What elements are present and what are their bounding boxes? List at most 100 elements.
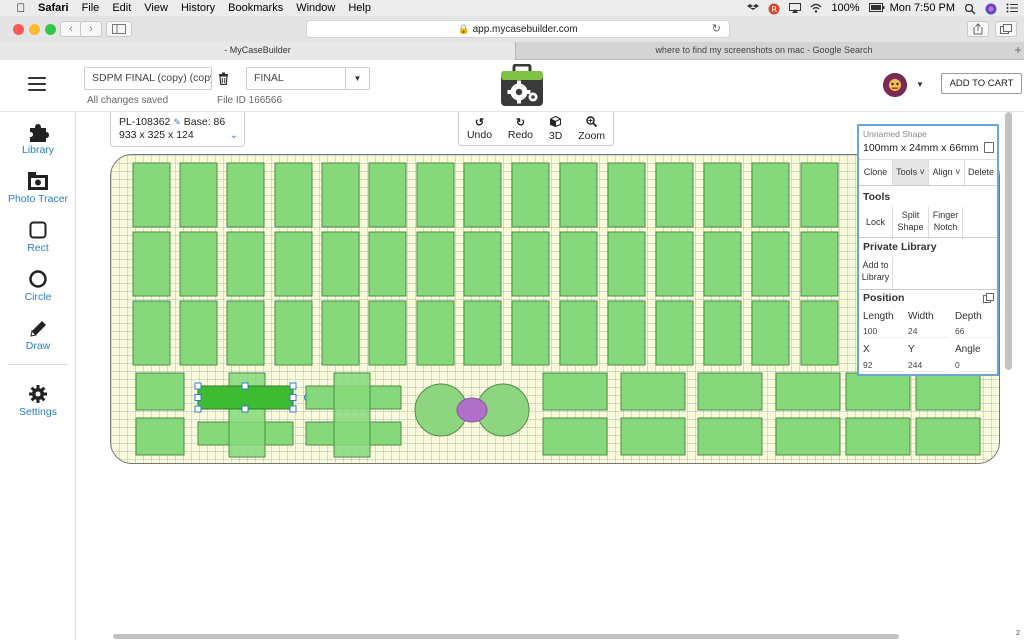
angle-input[interactable]: 0 xyxy=(955,360,995,372)
width-input[interactable]: 24 xyxy=(908,326,950,338)
menu-app-name[interactable]: Safari xyxy=(38,2,69,14)
slot-rect[interactable] xyxy=(368,300,407,366)
app-status-icon[interactable]: R xyxy=(768,3,780,15)
slot-rect[interactable] xyxy=(607,231,646,297)
new-tab-button[interactable]: + xyxy=(1012,42,1024,60)
depth-input[interactable]: 66 xyxy=(955,326,995,338)
copy-position-icon[interactable] xyxy=(983,293,994,307)
x-input[interactable]: 92 xyxy=(863,360,905,372)
slot-rect[interactable] xyxy=(321,300,360,366)
sidebar-toggle-button[interactable] xyxy=(106,21,132,37)
slot-rect[interactable] xyxy=(845,417,911,456)
avatar[interactable] xyxy=(883,73,907,97)
sidebar-item-settings[interactable]: Settings xyxy=(0,384,76,418)
slot-rect[interactable] xyxy=(703,231,742,297)
spotlight-icon[interactable] xyxy=(964,3,976,15)
slot-rect[interactable] xyxy=(511,162,550,228)
slot-rect[interactable] xyxy=(321,231,360,297)
slot-rect[interactable] xyxy=(559,231,598,297)
slot-rect[interactable] xyxy=(559,162,598,228)
slot-rect[interactable] xyxy=(274,162,313,228)
slot-rect[interactable] xyxy=(416,300,455,366)
slot-rect[interactable] xyxy=(179,162,218,228)
slot-rect[interactable] xyxy=(703,162,742,228)
slot-rect[interactable] xyxy=(655,231,694,297)
project-name-input[interactable]: SDPM FINAL (copy) (copy) xyxy=(84,67,212,90)
slot-rect[interactable] xyxy=(135,372,185,411)
slot-rect[interactable] xyxy=(416,162,455,228)
slot-rect[interactable] xyxy=(274,300,313,366)
chevron-down-icon[interactable]: ⌄ xyxy=(230,129,238,142)
lock-button[interactable]: Lock xyxy=(859,207,893,239)
slot-rect[interactable] xyxy=(800,162,839,228)
slot-rect[interactable] xyxy=(511,300,550,366)
horizontal-scrollbar[interactable] xyxy=(113,634,899,639)
minimize-window-button[interactable] xyxy=(29,24,40,35)
slot-rect[interactable] xyxy=(132,300,171,366)
slot-rect[interactable] xyxy=(655,300,694,366)
slot-rect[interactable] xyxy=(321,162,360,228)
undo-button[interactable]: ↺ Undo xyxy=(467,117,492,141)
slot-rect[interactable] xyxy=(775,372,841,411)
slot-rect[interactable] xyxy=(800,300,839,366)
tools-dropdown[interactable]: Tools ˅ xyxy=(893,160,929,185)
redo-button[interactable]: ↻ Redo xyxy=(508,117,533,141)
dropbox-icon[interactable] xyxy=(747,3,760,13)
slot-rect[interactable] xyxy=(135,417,185,456)
slot-rect[interactable] xyxy=(845,372,911,411)
slot-rect[interactable] xyxy=(226,300,265,366)
sidebar-item-circle[interactable]: Circle xyxy=(0,269,76,303)
slot-rect[interactable] xyxy=(511,231,550,297)
clock[interactable]: Mon 7:50 PM xyxy=(890,2,955,14)
slot-rect[interactable] xyxy=(179,300,218,366)
slot-rect[interactable] xyxy=(915,372,981,411)
airplay-icon[interactable] xyxy=(789,3,802,13)
slot-rect[interactable] xyxy=(179,231,218,297)
apple-icon[interactable]:  xyxy=(14,1,28,15)
slot-rect[interactable] xyxy=(226,231,265,297)
slot-rect[interactable] xyxy=(620,417,686,456)
slot-rect[interactable] xyxy=(333,372,371,458)
slot-rect[interactable] xyxy=(607,162,646,228)
slot-rect[interactable] xyxy=(607,300,646,366)
slot-rect[interactable] xyxy=(915,417,981,456)
align-dropdown[interactable]: Align ˅ xyxy=(929,160,965,185)
slot-rect[interactable] xyxy=(132,162,171,228)
finger-notch[interactable] xyxy=(456,397,488,423)
slot-rect[interactable] xyxy=(800,231,839,297)
menu-help[interactable]: Help xyxy=(348,2,371,14)
mycasebuilder-logo[interactable] xyxy=(500,63,544,107)
slot-rect[interactable] xyxy=(620,372,686,411)
share-button[interactable] xyxy=(967,21,989,37)
tab-google-search[interactable]: where to find my screenshots on mac - Go… xyxy=(516,42,1012,60)
slot-rect[interactable] xyxy=(416,231,455,297)
account-dropdown-icon[interactable]: ▼ xyxy=(916,80,924,89)
add-to-cart-button[interactable]: ADD TO CART xyxy=(941,73,1022,94)
length-input[interactable]: 100 xyxy=(863,326,905,338)
add-to-library-button[interactable]: Add to Library xyxy=(859,257,893,289)
close-window-button[interactable] xyxy=(13,24,24,35)
menu-view[interactable]: View xyxy=(144,2,168,14)
vertical-scrollbar[interactable] xyxy=(1005,112,1012,370)
sidebar-item-photo-tracer[interactable]: Photo Tracer xyxy=(0,171,76,205)
shape-name[interactable]: Unnamed Shape xyxy=(863,129,927,139)
slot-rect[interactable] xyxy=(542,372,608,411)
slot-rect[interactable] xyxy=(226,162,265,228)
forward-button[interactable]: › xyxy=(80,21,102,37)
slot-rect[interactable] xyxy=(368,162,407,228)
slot-rect[interactable] xyxy=(655,162,694,228)
menu-edit[interactable]: Edit xyxy=(112,2,131,14)
sidebar-item-rect[interactable]: Rect xyxy=(0,220,76,254)
y-input[interactable]: 244 xyxy=(908,360,950,372)
back-button[interactable]: ‹ xyxy=(60,21,82,37)
slot-rect[interactable] xyxy=(559,300,598,366)
menu-window[interactable]: Window xyxy=(296,2,335,14)
slot-rect[interactable] xyxy=(751,231,790,297)
menu-history[interactable]: History xyxy=(181,2,215,14)
slot-rect[interactable] xyxy=(703,300,742,366)
sidebar-item-draw[interactable]: Draw xyxy=(0,318,76,352)
battery-icon[interactable] xyxy=(868,3,885,13)
menu-bookmarks[interactable]: Bookmarks xyxy=(228,2,283,14)
split-shape-button[interactable]: Split Shape xyxy=(893,207,929,239)
slot-rect[interactable] xyxy=(697,372,763,411)
